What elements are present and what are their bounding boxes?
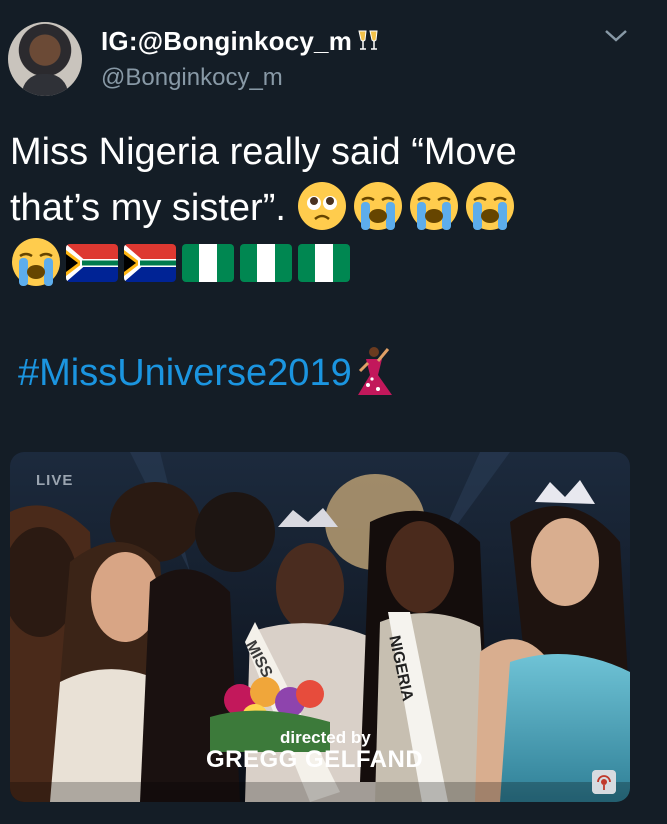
flag-south-africa-icon: [66, 244, 118, 282]
loudly-crying-face-icon: [466, 182, 515, 230]
tweet-line-2-text: that’s my sister”.: [10, 187, 286, 229]
credit-name-text: GREGG GELFAND: [206, 746, 424, 773]
tweet-body: Miss Nigeria really said “Move that’s my…: [10, 124, 650, 292]
clinking-glasses-icon: [358, 30, 378, 50]
loudly-crying-face-icon: [12, 238, 60, 286]
broadcast-icon[interactable]: [592, 770, 616, 794]
flag-south-africa-icon: [124, 244, 176, 282]
loudly-crying-face-icon: [410, 182, 459, 230]
tweet-line-3: [10, 236, 650, 292]
tweet-line-1: Miss Nigeria really said “Move: [10, 131, 517, 173]
flag-nigeria-icon: [182, 244, 234, 282]
credit-top-text: directed by: [280, 728, 371, 747]
flag-nigeria-icon: [240, 244, 292, 282]
live-label: LIVE: [36, 472, 74, 489]
loudly-crying-face-icon: [354, 182, 403, 230]
display-name[interactable]: IG:@Bonginkocy_m: [101, 26, 382, 57]
hashtag-text: #MissUniverse2019: [18, 352, 352, 394]
user-handle[interactable]: @Bonginkocy_m: [101, 64, 283, 92]
avatar[interactable]: [8, 22, 82, 96]
tweet-line-2: that’s my sister”.: [10, 180, 650, 236]
flag-nigeria-icon: [298, 244, 350, 282]
tweet-header: IG:@Bonginkocy_m @Bonginkocy_m: [0, 0, 667, 110]
video-media[interactable]: LIVE MISS NIGERIA directed by GREGG GELF…: [10, 452, 630, 802]
woman-dancing-icon: [357, 347, 392, 395]
chevron-down-icon[interactable]: [602, 26, 630, 46]
hashtag-link[interactable]: #MissUniverse2019: [18, 345, 396, 397]
pleading-face-icon: [298, 182, 347, 230]
display-name-text: IG:@Bonginkocy_m: [101, 26, 353, 56]
